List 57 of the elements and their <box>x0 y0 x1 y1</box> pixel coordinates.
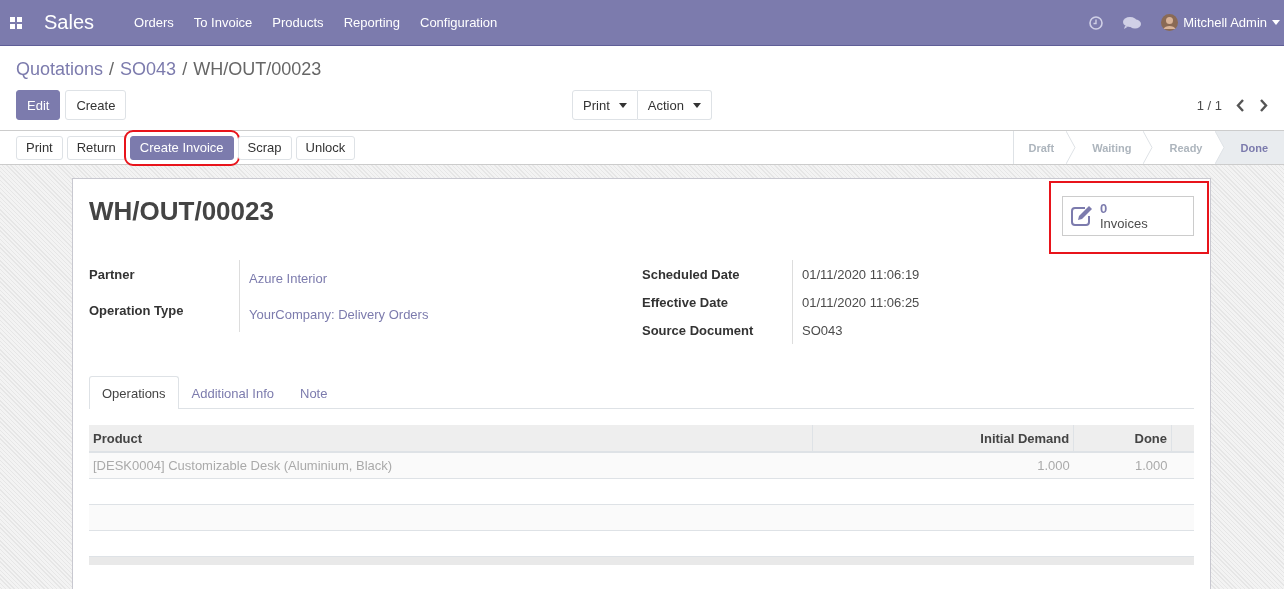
invoices-label: Invoices <box>1100 216 1148 231</box>
header-button[interactable]: Scrap <box>237 135 292 160</box>
column-header: Product <box>89 425 813 452</box>
table-cell: 1.000 <box>1073 452 1172 479</box>
chat-icon[interactable] <box>1123 15 1142 30</box>
status-step[interactable]: Done <box>1224 131 1284 164</box>
caret-icon <box>618 102 627 108</box>
menu-item[interactable]: Products <box>262 15 334 30</box>
field-value: 01/11/2020 11:06:19 <box>792 260 1194 288</box>
header-button[interactable]: Unlock <box>295 135 356 160</box>
caret-icon[interactable] <box>1272 20 1280 25</box>
caret-icon <box>692 102 701 108</box>
dropdown-button[interactable]: Print <box>572 90 638 120</box>
table-cell: [DESK0004] Customizable Desk (Aluminium, Black) <box>89 452 813 479</box>
breadcrumb-current: WH/OUT/00023 <box>193 58 322 80</box>
field-label: Partner <box>89 266 136 284</box>
field-value: SO043 <box>792 316 1194 344</box>
invoice-count: 0 <box>1100 201 1109 216</box>
user-name[interactable]: Mitchell Admin <box>1183 15 1267 30</box>
tab[interactable]: Note <box>287 376 341 409</box>
invoices-smart-button[interactable]: 0 Invoices <box>1062 196 1194 236</box>
pager-value: 1 / 1 <box>1196 97 1222 113</box>
chevron-right-icon[interactable] <box>1259 98 1268 112</box>
field-link[interactable]: Azure Interior <box>239 260 642 296</box>
record-title: WH/OUT/00023 <box>89 196 274 227</box>
tab[interactable]: Operations <box>89 376 179 409</box>
apps-icon[interactable] <box>10 16 22 29</box>
breadcrumb-separator: / <box>109 58 115 80</box>
breadcrumb-link[interactable]: Quotations <box>16 58 104 80</box>
dropdown-button[interactable]: Action <box>637 90 712 120</box>
app-name[interactable]: Sales <box>44 11 95 34</box>
field-link[interactable]: YourCompany: Delivery Orders <box>239 296 642 332</box>
clock-icon[interactable] <box>1089 15 1104 30</box>
field-label: Scheduled Date <box>642 266 741 284</box>
edit-icon <box>1070 205 1094 227</box>
column-header: Initial Demand <box>812 425 1074 452</box>
menu-item[interactable]: To Invoice <box>183 15 263 30</box>
column-header: Done <box>1073 425 1172 452</box>
breadcrumb-link[interactable]: SO043 <box>120 58 177 80</box>
header-button[interactable]: Print <box>16 135 63 160</box>
breadcrumb-separator: / <box>182 58 188 80</box>
tab[interactable]: Additional Info <box>178 376 287 409</box>
step-divider <box>1066 131 1077 164</box>
table-cell: 1.000 <box>812 452 1074 479</box>
header-button[interactable]: Return <box>66 135 126 160</box>
field-value: 01/11/2020 11:06:25 <box>792 288 1194 316</box>
menu-item[interactable]: Configuration <box>410 15 508 30</box>
step-divider <box>1143 131 1154 164</box>
avatar-icon[interactable] <box>1161 14 1179 31</box>
menu-item[interactable]: Orders <box>124 15 184 30</box>
chevron-left-icon[interactable] <box>1236 98 1245 112</box>
control-button[interactable]: Edit <box>16 90 61 120</box>
field-label: Source Document <box>642 322 755 340</box>
menu-item[interactable]: Reporting <box>333 15 410 30</box>
field-label: Effective Date <box>642 294 729 312</box>
field-label: Operation Type <box>89 302 185 320</box>
control-button[interactable]: Create <box>65 90 127 120</box>
